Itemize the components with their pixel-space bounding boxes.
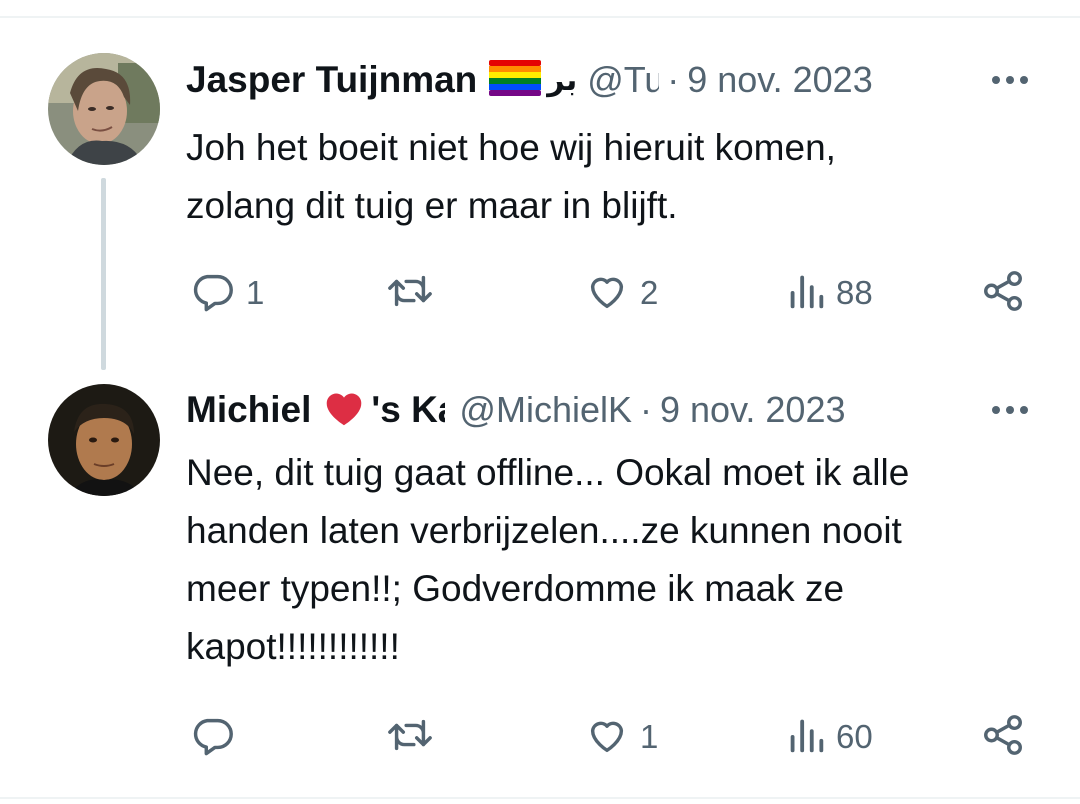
bottom-divider [0, 797, 1080, 799]
reply-button[interactable] [190, 712, 246, 762]
reply-icon [190, 712, 236, 763]
view-count: 88 [836, 274, 873, 311]
reply-count: 1 [246, 274, 265, 311]
like-count: 1 [640, 718, 659, 755]
top-divider [0, 16, 1080, 18]
tweet-text-line: Nee, dit tuig gaat offline... Ookal moet… [186, 452, 910, 493]
share-button[interactable] [980, 268, 1026, 318]
more-icon[interactable] [990, 70, 1030, 95]
retweet-button[interactable] [384, 712, 446, 762]
reply-icon [190, 268, 236, 319]
more-icon[interactable] [990, 400, 1030, 425]
tweet-text-line: Joh het boeit niet hoe wij hieruit komen… [186, 127, 836, 168]
separator-dot: · [640, 389, 653, 430]
tweet-text: Nee, dit tuig gaat offline... Ookal moet… [186, 444, 1046, 676]
like-button[interactable]: 1 [584, 712, 658, 762]
view-count: 60 [836, 718, 873, 755]
action-bar: 1 2 88 [186, 268, 1034, 318]
handle[interactable]: @Tuijnman [587, 59, 659, 100]
retweet-button[interactable] [384, 268, 446, 318]
retweet-icon [384, 268, 436, 319]
views-icon [786, 712, 826, 763]
views-button[interactable]: 88 [786, 268, 873, 318]
heart-icon [584, 712, 630, 763]
reply-button[interactable]: 1 [190, 268, 264, 318]
tweet-text-line: zolang dit tuig er maar in blijft. [186, 185, 678, 226]
views-button[interactable]: 60 [786, 712, 873, 762]
like-count: 2 [640, 274, 659, 311]
timestamp[interactable]: 9 nov. 2023 [660, 389, 845, 431]
red-heart-icon [323, 389, 365, 432]
tweet-header: Michiel 's Kapot @MichielK · 9 nov. 2023 [186, 382, 1032, 438]
tweet-text: Joh het boeit niet hoe wij hieruit komen… [186, 119, 1046, 235]
name-suffix: بر [547, 62, 578, 98]
tweet-text-line: meer typen!!; Godverdomme ik maak ze [186, 568, 845, 609]
separator-dot: · [667, 59, 680, 100]
avatar-michiel[interactable] [48, 384, 160, 496]
name-suffix: 's Kapot [371, 389, 445, 430]
display-name[interactable]: Michiel [186, 389, 311, 431]
tweet-text-line: handen laten verbrijzelen....ze kunnen n… [186, 510, 902, 551]
heart-icon [584, 268, 630, 319]
tweet-text-line: kapot!!!!!!!!!!!! [186, 626, 400, 667]
share-button[interactable] [980, 712, 1026, 762]
action-bar: 1 60 [186, 712, 1034, 762]
share-icon [980, 268, 1026, 319]
tweet-header: Jasper Tuijnman بر @Tuijnman · 9 nov. 20… [186, 52, 1032, 108]
thread-connector-line [101, 178, 106, 370]
views-icon [786, 268, 826, 319]
avatar-jasper[interactable] [48, 53, 160, 165]
display-name[interactable]: Jasper Tuijnman [186, 59, 477, 101]
share-icon [980, 712, 1026, 763]
like-button[interactable]: 2 [584, 268, 658, 318]
timestamp[interactable]: 9 nov. 2023 [687, 59, 872, 101]
rainbow-flag-icon [489, 59, 542, 101]
retweet-icon [384, 712, 436, 763]
handle[interactable]: @MichielK [459, 389, 632, 431]
